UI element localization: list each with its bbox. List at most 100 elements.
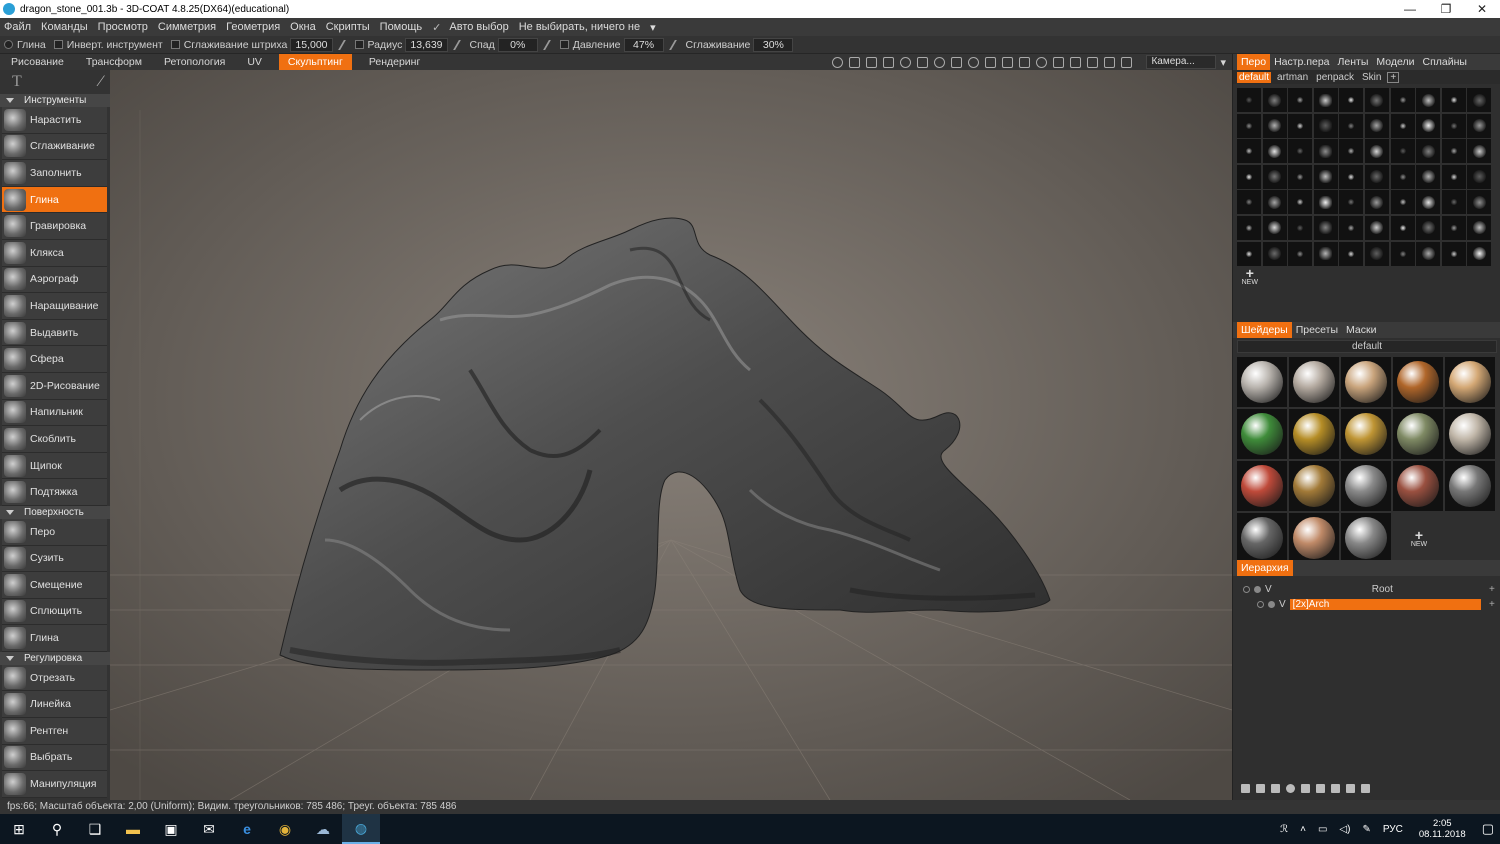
invert-checkbox[interactable]: Инверт. инструмент (53, 39, 163, 51)
brush-alpha-35[interactable] (1364, 164, 1389, 189)
language-indicator[interactable]: РУС (1383, 824, 1403, 835)
shader-swatch-13[interactable] (1393, 461, 1443, 511)
menu-scripts[interactable]: Скрипты (326, 21, 370, 33)
tab-pen[interactable]: Перо (1237, 54, 1271, 70)
ortho-icon[interactable] (1121, 56, 1133, 68)
menu-file[interactable]: Файл (4, 21, 31, 33)
tab-splines[interactable]: Сплайны (1419, 54, 1471, 70)
light-icon[interactable] (849, 56, 861, 68)
brush-alpha-24[interactable] (1339, 139, 1364, 164)
split-icon[interactable] (1331, 784, 1340, 793)
frame-icon[interactable] (1104, 56, 1116, 68)
brush-alpha-30[interactable] (1237, 164, 1261, 189)
task-view-icon[interactable]: ❑ (76, 814, 114, 844)
instrument-tool-8[interactable]: Выдавить (2, 319, 107, 347)
3d-viewport[interactable] (110, 70, 1232, 800)
steam-icon[interactable]: ☁ (304, 814, 342, 844)
brush-stroke-icon[interactable]: ⁄ (99, 73, 102, 91)
brush-alpha-51[interactable] (1262, 215, 1287, 240)
shader-swatch-12[interactable] (1341, 461, 1391, 511)
tab-models[interactable]: Модели (1372, 54, 1418, 70)
shader-swatch-8[interactable] (1393, 409, 1443, 459)
pressure-value[interactable]: 47% (623, 37, 664, 52)
radius-field[interactable]: Радиус 13,639 (337, 37, 448, 52)
shader-swatch-17[interactable] (1341, 513, 1391, 563)
brush-set-default[interactable]: default (1237, 71, 1272, 83)
start-button-icon[interactable]: ⊞ (0, 814, 38, 844)
rotate-icon[interactable] (934, 56, 946, 68)
brush-alpha-55[interactable] (1364, 215, 1389, 240)
surface-tool-0[interactable]: Перо (2, 518, 107, 546)
brush-alpha-65[interactable] (1364, 241, 1389, 266)
shader-swatch-6[interactable] (1289, 409, 1339, 459)
instrument-tool-13[interactable]: Щипок (2, 452, 107, 480)
shader-swatch-15[interactable] (1237, 513, 1287, 563)
minimize-button[interactable]: — (1392, 2, 1428, 16)
brush-alpha-36[interactable] (1390, 164, 1415, 189)
brush-alpha-4[interactable] (1339, 88, 1364, 112)
clock[interactable]: 2:05 08.11.2018 (1419, 818, 1466, 840)
store-icon[interactable]: ▣ (152, 814, 190, 844)
notifications-icon[interactable]: ▢ (1482, 821, 1494, 837)
sphere-icon[interactable] (1286, 784, 1295, 793)
tab-hierarchy[interactable]: Иерархия (1237, 560, 1293, 576)
room-paint[interactable]: Рисование (0, 54, 75, 70)
shader-swatch-0[interactable] (1237, 357, 1287, 407)
brush-alpha-60[interactable] (1237, 241, 1261, 266)
brush-alpha-26[interactable] (1390, 139, 1415, 164)
menu-commands[interactable]: Команды (41, 21, 88, 33)
surface-tool-4[interactable]: Глина (2, 625, 107, 652)
zoom-icon[interactable] (968, 56, 980, 68)
chevron-up-icon[interactable]: ˄ (1300, 824, 1306, 835)
brush-alpha-50[interactable] (1237, 215, 1261, 240)
brush-alpha-58[interactable] (1441, 215, 1466, 240)
brush-alpha-22[interactable] (1288, 139, 1313, 164)
brush-alpha-11[interactable] (1262, 113, 1287, 138)
adjust-tool-3[interactable]: Выбрать (2, 744, 107, 772)
falloff-field[interactable]: Спад 0% (452, 37, 538, 52)
shader-swatch-11[interactable] (1289, 461, 1339, 511)
menu-help[interactable]: Помощь (380, 21, 423, 33)
fit-icon[interactable] (1002, 56, 1014, 68)
axis-icon[interactable] (1087, 56, 1099, 68)
brush-alpha-39[interactable] (1467, 164, 1492, 189)
falloff-value[interactable]: 0% (497, 37, 538, 52)
brush-alpha-45[interactable] (1364, 190, 1389, 215)
brush-alpha-3[interactable] (1313, 88, 1338, 112)
shader-swatch-16[interactable] (1289, 513, 1339, 563)
brush-set-skin[interactable]: Skin (1360, 72, 1383, 83)
brush-alpha-15[interactable] (1364, 113, 1389, 138)
brush-alpha-42[interactable] (1288, 190, 1313, 215)
brush-alpha-9[interactable] (1467, 88, 1492, 112)
adjust-tool-2[interactable]: Рентген (2, 718, 107, 745)
copy-icon[interactable] (1271, 784, 1280, 793)
instrument-tool-2[interactable]: Заполнить (2, 160, 107, 187)
new-brush-button[interactable]: + NEW (1237, 266, 1263, 293)
instrument-tool-4[interactable]: Гравировка (2, 213, 107, 240)
delete-icon[interactable] (1256, 784, 1265, 793)
tab-pen-settings[interactable]: Настр.пера (1270, 54, 1333, 70)
image-icon[interactable] (866, 56, 878, 68)
export-icon[interactable] (1346, 784, 1355, 793)
brush-alpha-21[interactable] (1262, 139, 1287, 164)
instrument-tool-7[interactable]: Наращивание (2, 293, 107, 320)
hierarchy-row-arch[interactable]: V [2x]Arch + (1233, 597, 1500, 612)
shader-swatch-5[interactable] (1237, 409, 1287, 459)
hide-icon[interactable] (1036, 56, 1048, 68)
brush-alpha-67[interactable] (1416, 241, 1441, 266)
instrument-tool-6[interactable]: Аэрограф (2, 266, 107, 294)
pen-icon[interactable]: ✎ (1362, 824, 1370, 835)
brush-alpha-37[interactable] (1416, 164, 1441, 189)
adjust-tool-4[interactable]: Манипуляция (2, 771, 107, 798)
instrument-tool-11[interactable]: Напильник (2, 399, 107, 427)
brush-alpha-2[interactable] (1288, 88, 1313, 112)
stroke-smoothing-field[interactable]: Сглаживание штриха 15,000 (170, 37, 333, 52)
shader-swatch-14[interactable] (1445, 461, 1495, 511)
chrome-icon[interactable]: ◉ (266, 814, 304, 844)
instrument-tool-3[interactable]: Глина (2, 186, 107, 214)
shader-swatch-10[interactable] (1237, 461, 1287, 511)
brush-alpha-23[interactable] (1313, 139, 1338, 164)
smoothing-value[interactable]: 30% (753, 37, 794, 52)
shader-set-dropdown[interactable]: default (1237, 340, 1497, 353)
brush-alpha-17[interactable] (1416, 113, 1441, 138)
